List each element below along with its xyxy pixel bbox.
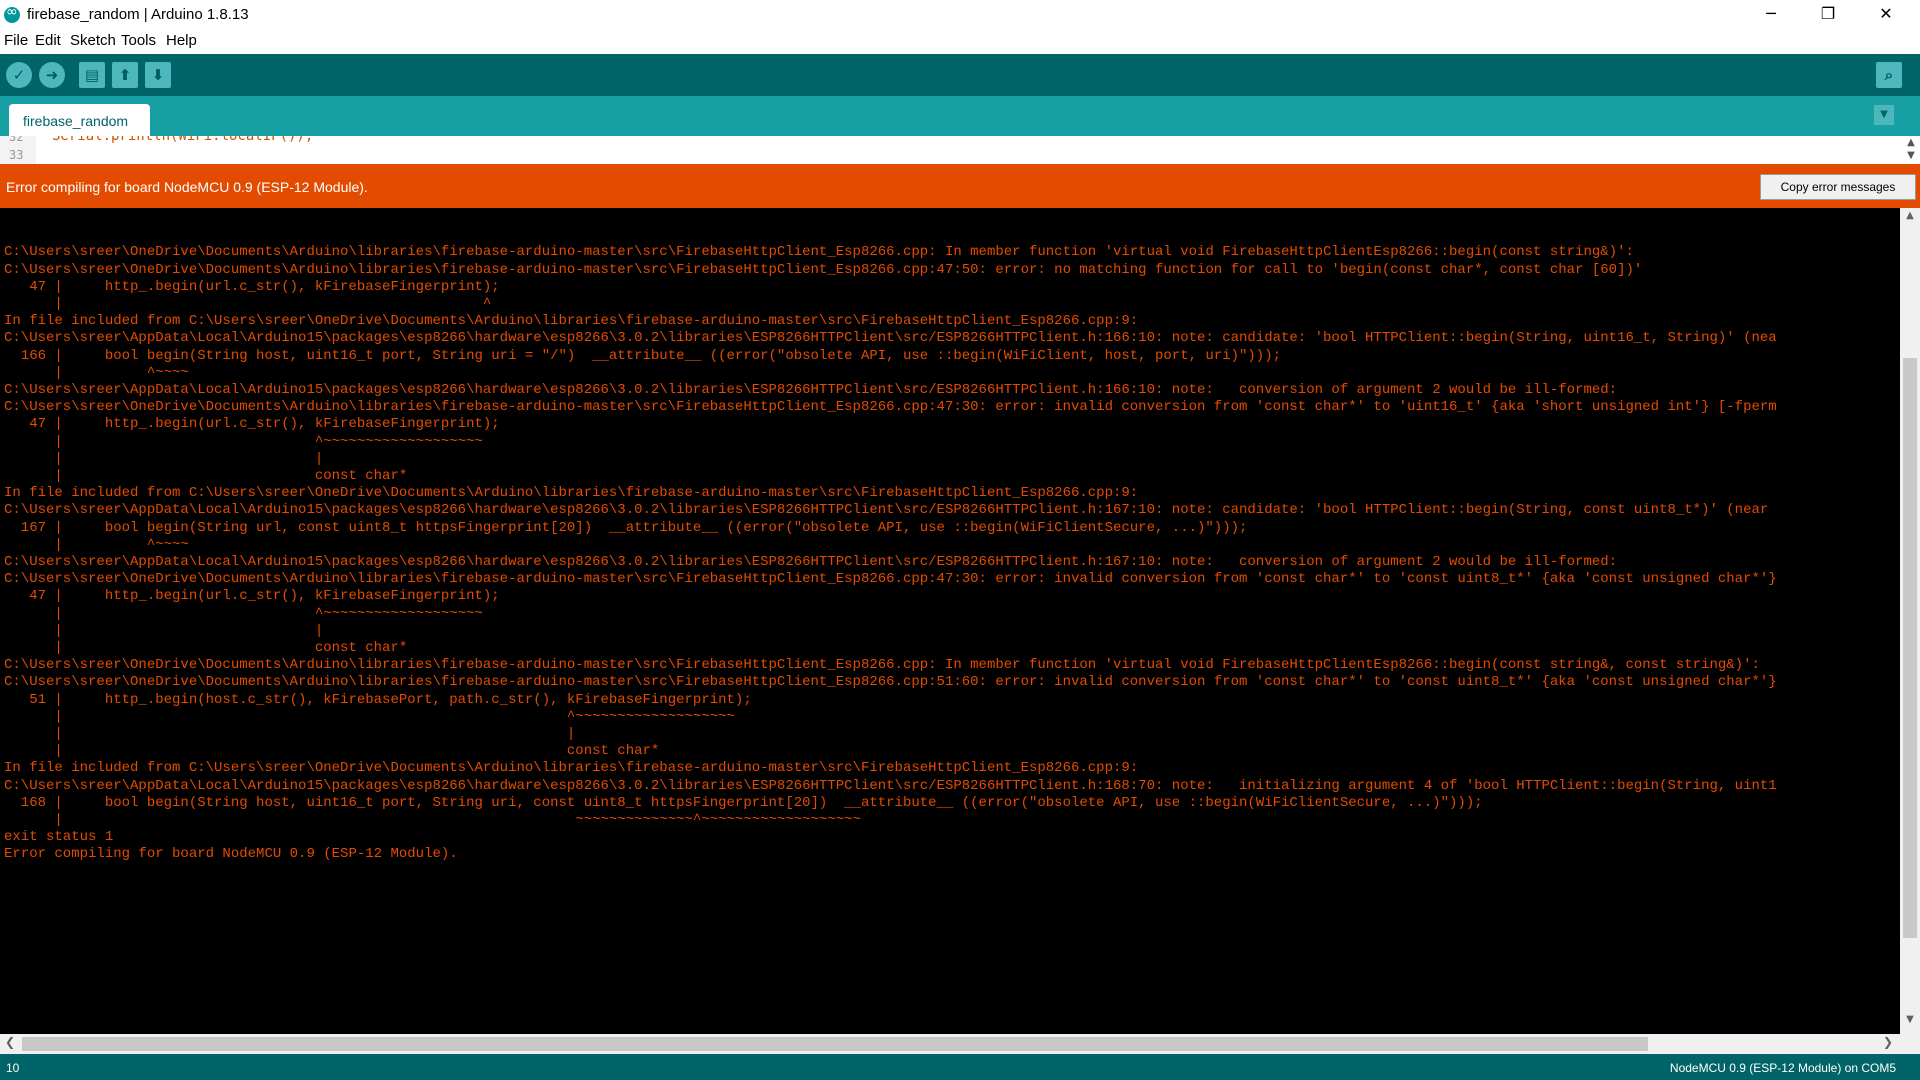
arduino-logo-icon <box>4 4 20 23</box>
save-button[interactable]: ⬇ <box>145 62 171 88</box>
tab-firebase-random[interactable]: firebase_random <box>9 104 150 136</box>
console-line: 167 | bool begin(String url, const uint8… <box>4 519 1248 536</box>
console-line: 166 | bool begin(String host, uint16_t p… <box>4 347 1282 364</box>
toolbar: ✓ ➜ ▤ ⬆ ⬇ ⌕ <box>0 54 1920 96</box>
scroll-up-icon[interactable]: ▲ <box>1902 136 1920 149</box>
copy-error-messages-button[interactable]: Copy error messages <box>1760 174 1916 200</box>
scroll-left-icon[interactable]: ❮ <box>0 1035 20 1053</box>
line-number-gutter: 32 33 <box>0 136 36 164</box>
footer-bar: 10 NodeMCU 0.9 (ESP-12 Module) on COM5 <box>0 1054 1920 1080</box>
menu-edit[interactable]: Edit <box>35 32 61 49</box>
console-line: | ~~~~~~~~~~~~~~^~~~~~~~~~~~~~~~~~~~ <box>4 812 861 828</box>
menu-help[interactable]: Help <box>166 32 197 49</box>
line-number: 32 <box>9 136 24 144</box>
console-line: Error compiling for board NodeMCU 0.9 (E… <box>4 846 458 863</box>
cursor-line-number: 10 <box>6 1061 20 1075</box>
scrollbar-thumb[interactable] <box>22 1037 1648 1051</box>
scrollbar-thumb[interactable] <box>1903 358 1917 938</box>
status-message: Error compiling for board NodeMCU 0.9 (E… <box>6 179 368 195</box>
menu-bar: File Edit Sketch Tools Help <box>0 30 1920 54</box>
menu-file[interactable]: File <box>4 32 28 49</box>
maximize-button[interactable]: ❐ <box>1800 0 1856 30</box>
tab-bar: firebase_random ▼ <box>0 96 1920 136</box>
code-editor[interactable]: 32 33 Serial.println(WiFi.localIP()); ▲ … <box>0 136 1920 164</box>
scroll-down-icon[interactable]: ▼ <box>1902 149 1920 162</box>
close-button[interactable]: ✕ <box>1858 0 1914 30</box>
menu-tools[interactable]: Tools <box>121 32 156 49</box>
upload-button[interactable]: ➜ <box>39 62 65 88</box>
new-sketch-button[interactable]: ▤ <box>79 62 105 88</box>
scroll-right-icon[interactable]: ❯ <box>1878 1035 1898 1053</box>
scroll-up-icon[interactable]: ▲ <box>1900 210 1920 228</box>
console-horizontal-scrollbar[interactable]: ❮ ❯ <box>0 1034 1900 1054</box>
minimize-button[interactable]: ─ <box>1743 0 1799 30</box>
editor-scroll-arrows[interactable]: ▲ ▼ <box>1902 136 1920 164</box>
window-title: firebase_random | Arduino 1.8.13 <box>27 6 249 23</box>
verify-button[interactable]: ✓ <box>6 62 32 88</box>
scroll-down-icon[interactable]: ▼ <box>1900 1014 1920 1032</box>
scrollbar-corner <box>1900 1034 1920 1054</box>
tab-label: firebase_random <box>23 113 129 129</box>
error-status-bar: Error compiling for board NodeMCU 0.9 (E… <box>0 164 1920 208</box>
serial-monitor-button[interactable]: ⌕ <box>1876 62 1902 88</box>
console-vertical-scrollbar[interactable]: ▲ ▼ <box>1900 208 1920 1034</box>
code-line: Serial.println(WiFi.localIP()); <box>52 136 314 144</box>
board-port-info: NodeMCU 0.9 (ESP-12 Module) on COM5 <box>1669 1061 1896 1075</box>
open-button[interactable]: ⬆ <box>112 62 138 88</box>
menu-sketch[interactable]: Sketch <box>70 32 116 49</box>
line-number: 33 <box>9 148 24 162</box>
title-bar: firebase_random | Arduino 1.8.13 ─ ❐ ✕ <box>0 0 1920 30</box>
console-output[interactable]: C:\Users\sreer\OneDrive\Documents\Arduin… <box>0 208 1900 1034</box>
tab-menu-icon[interactable]: ▼ <box>1874 105 1894 125</box>
